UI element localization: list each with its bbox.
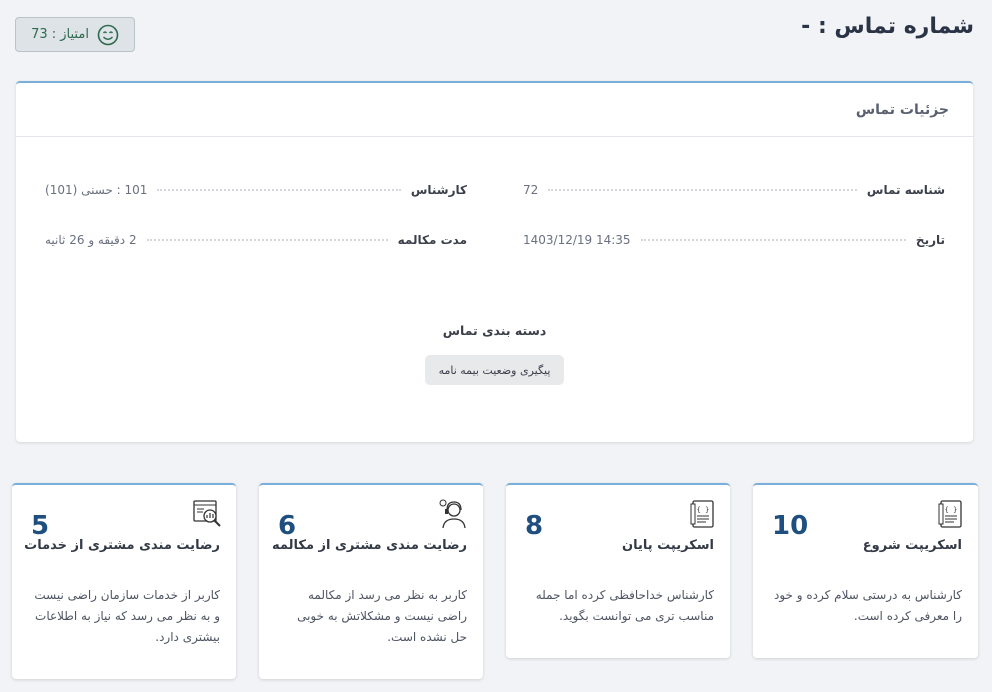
dotted-leader <box>146 239 388 241</box>
metric-title: رضایت مندی مشتری از خدمات <box>24 538 220 553</box>
svg-text:{ }: { } <box>945 506 958 514</box>
metric-title: اسکریپت پایان <box>622 538 714 553</box>
metric-description: کاربر به نظر می رسد از مکالمه راضی نیست … <box>297 588 467 644</box>
metric-score: 6 <box>278 511 297 541</box>
metric-title: اسکریپت شروع <box>862 538 962 553</box>
score-badge: امتیاز : 73 <box>15 17 135 52</box>
call-id-value: 72 <box>523 183 539 197</box>
service-analysis-icon <box>192 499 222 533</box>
dotted-leader <box>640 239 906 241</box>
call-details-header: جزئیات تماس <box>16 83 973 137</box>
metric-card-call-satisfaction: 6 رضایت مندی مشتری از مکالمه کاربر به نظ… <box>259 483 483 679</box>
score-label: امتیاز : 73 <box>31 27 89 42</box>
expert-row: کارشناس 101 : حسنی (101) <box>45 183 467 197</box>
call-details-title: جزئیات تماس <box>855 101 949 118</box>
call-id-label: شناسه تماس <box>866 183 945 197</box>
duration-label: مدت مکالمه <box>397 233 467 247</box>
call-id-row: شناسه تماس 72 <box>523 183 945 197</box>
metric-score: 10 <box>772 511 809 541</box>
date-label: تاریخ <box>915 233 945 247</box>
metric-description: کارشناس خداحافظی کرده اما جمله مناسب تری… <box>535 588 714 623</box>
script-document-icon: { } <box>938 499 964 533</box>
date-row: تاریخ 1403/12/19 14:35 <box>523 233 945 247</box>
script-document-icon: { } <box>690 499 716 533</box>
metric-card-start-script: 10 { } اسکریپت شروع کارشناس به درستی سلا… <box>753 483 978 658</box>
customer-agent-icon <box>439 499 469 533</box>
dotted-leader <box>548 189 857 191</box>
svg-text:{ }: { } <box>697 506 710 514</box>
expert-value: 101 : حسنی (101) <box>45 183 148 197</box>
metric-title: رضایت مندی مشتری از مکالمه <box>272 538 467 553</box>
smile-icon <box>97 24 119 46</box>
page-title: شماره تماس : - <box>801 14 974 39</box>
date-value: 1403/12/19 14:35 <box>523 233 631 247</box>
metric-description: کارشناس به درستی سلام کرده و خود را معرف… <box>774 588 962 623</box>
dotted-leader <box>157 189 401 191</box>
metric-description: کاربر از خدمات سازمان راضی نیست و به نظر… <box>34 588 220 644</box>
metric-card-end-script: 8 { } اسکریپت پایان کارشناس خداحافظی کرد… <box>506 483 730 658</box>
metric-card-service-satisfaction: 5 رضایت مندی مشتری از خدمات کاربر از خدم… <box>12 483 236 679</box>
duration-row: مدت مکالمه 2 دقیقه و 26 ثانیه <box>45 233 467 247</box>
metric-score: 5 <box>31 511 50 541</box>
expert-label: کارشناس <box>410 183 467 197</box>
call-details-card: جزئیات تماس شناسه تماس 72 تاریخ 1403/12/… <box>16 81 973 442</box>
metric-score: 8 <box>525 511 544 541</box>
duration-value: 2 دقیقه و 26 ثانیه <box>45 233 137 247</box>
category-title: دسته بندی تماس <box>442 323 547 338</box>
category-tag[interactable]: پیگیری وضعیت بیمه نامه <box>425 355 564 385</box>
